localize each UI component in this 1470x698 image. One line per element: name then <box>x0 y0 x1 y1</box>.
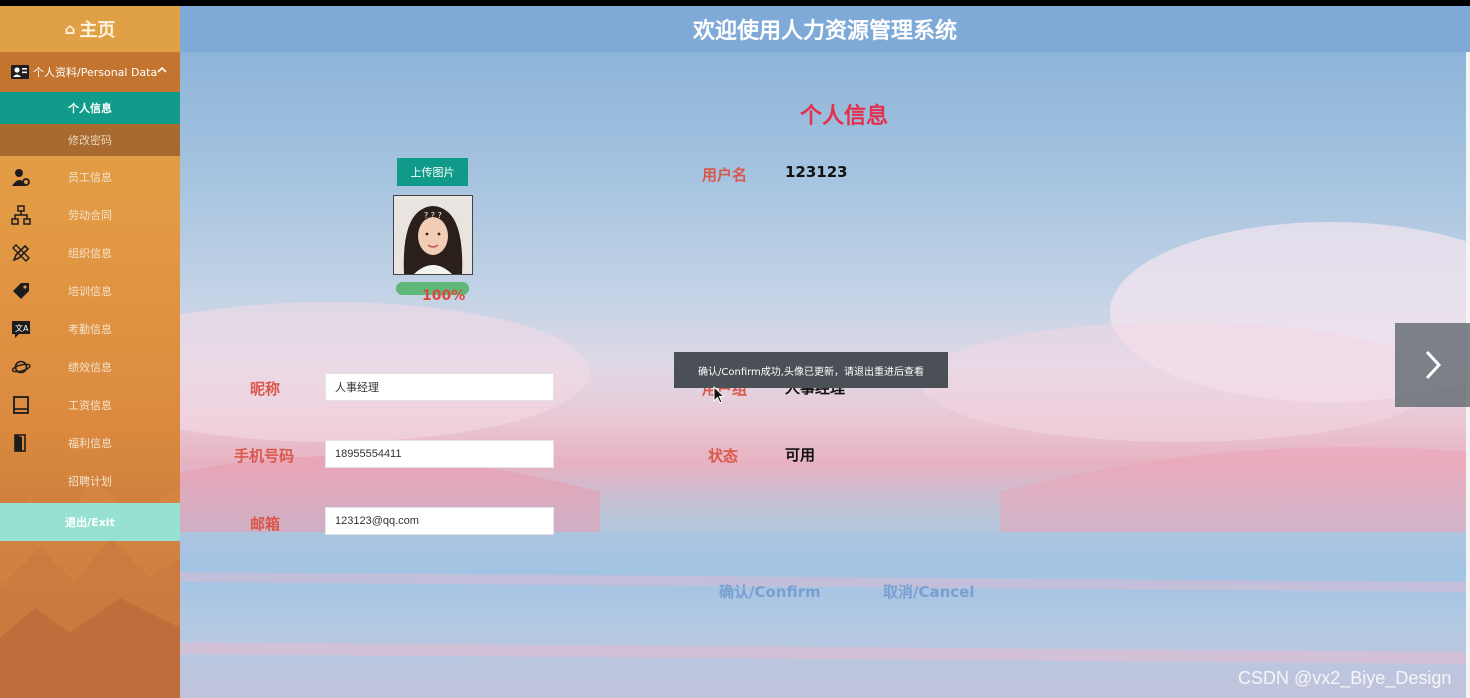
subitem-label: 个人信息 <box>68 102 112 115</box>
status-value: 可用 <box>785 446 816 464</box>
username-value: 123123 <box>785 163 848 181</box>
subitem-label: 修改密码 <box>68 134 112 147</box>
next-slide-button[interactable] <box>1395 323 1470 407</box>
upload-image-button[interactable]: 上传图片 <box>397 158 468 186</box>
menu-group-label: 个人资料/Personal Data <box>33 66 158 79</box>
svg-text:文A: 文A <box>15 323 29 333</box>
chevron-right-icon <box>1425 350 1441 380</box>
avatar-photo: ? ? ? <box>394 196 472 274</box>
nav-item-employee-info[interactable]: 员工信息 <box>0 158 180 196</box>
mouse-cursor-icon <box>713 386 725 404</box>
success-toast: 确认/Confirm成功,头像已更新，请退出重进后查看 <box>674 352 948 388</box>
svg-text:? ? ?: ? ? ? <box>424 211 442 220</box>
phone-label: 手机号码 <box>233 447 294 465</box>
employee-gear-icon <box>12 169 30 186</box>
nav-item-labor-contract[interactable]: 劳动合同 <box>0 196 180 234</box>
nav-item-label: 招聘计划 <box>68 475 112 488</box>
home-label: 主页 <box>79 20 116 41</box>
door-icon <box>14 434 26 452</box>
watermark-text: CSDN @vx2_Biye_Design <box>1238 668 1452 688</box>
nav-item-organization-info[interactable]: 组织信息 <box>0 234 180 272</box>
tag-icon <box>13 283 29 299</box>
home-icon: ⌂ <box>64 20 76 38</box>
menu-group-personal-data[interactable]: 个人资料/Personal Data <box>0 52 180 92</box>
nav-item-welfare-info[interactable]: 福利信息 <box>0 424 180 462</box>
phone-field[interactable]: 18955554411 <box>325 440 554 468</box>
email-label: 邮箱 <box>249 515 280 533</box>
org-tree-icon <box>11 205 31 225</box>
sidebar: ⌂ 主页 个人资料/Personal Data 个人信息 修改密码 员工信息 劳… <box>0 6 180 698</box>
email-field[interactable]: 123123@qq.com <box>325 507 554 535</box>
nickname-label: 昵称 <box>249 380 280 398</box>
page-title: 个人信息 <box>800 104 889 129</box>
confirm-button[interactable]: 确认/Confirm <box>719 581 821 602</box>
nav-item-salary-info[interactable]: 工资信息 <box>0 386 180 424</box>
subitem-personal-info[interactable]: 个人信息 <box>0 92 180 124</box>
nickname-field[interactable]: 人事经理 <box>325 373 554 401</box>
nav-item-attendance-info[interactable]: 文A 考勤信息 <box>0 310 180 348</box>
status-label: 状态 <box>707 447 738 465</box>
nav-item-performance-info[interactable]: 绩效信息 <box>0 348 180 386</box>
pencil-ruler-icon <box>12 244 30 262</box>
avatar[interactable]: ? ? ? <box>393 195 473 275</box>
main-content: 欢迎使用人力资源管理系统 个人信息 上传图片 ? ? ? 100% 用户名 12… <box>180 6 1470 698</box>
nav-item-recruitment-plan[interactable]: 招聘计划 <box>0 462 180 500</box>
chevron-up-icon <box>157 66 167 73</box>
planet-icon <box>11 360 31 374</box>
exit-button[interactable]: 退出/Exit <box>0 503 180 541</box>
username-label: 用户名 <box>701 166 747 184</box>
book-icon <box>13 396 29 414</box>
header-title: 欢迎使用人力资源管理系统 <box>180 6 1470 52</box>
home-link[interactable]: ⌂ 主页 <box>0 6 180 52</box>
contact-card-icon <box>11 65 29 79</box>
subitem-change-password[interactable]: 修改密码 <box>0 124 180 156</box>
translate-chat-icon: 文A <box>12 321 30 338</box>
nav-item-training-info[interactable]: 培训信息 <box>0 272 180 310</box>
exit-label: 退出/Exit <box>65 516 115 529</box>
cancel-button[interactable]: 取消/Cancel <box>883 581 975 602</box>
upload-progress-text: 100% <box>422 288 466 304</box>
